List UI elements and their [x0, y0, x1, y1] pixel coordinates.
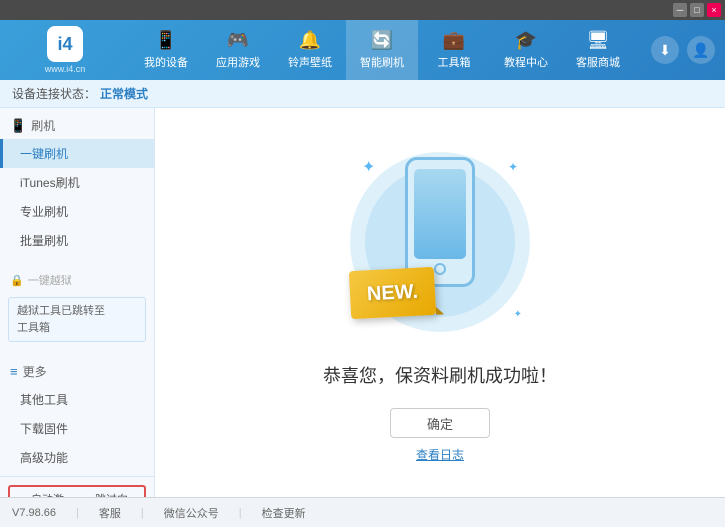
sidebar-item-one-key-flash[interactable]: 一键刷机 [0, 139, 154, 168]
confirm-button[interactable]: 确定 [390, 408, 490, 438]
sidebar-section-more: ≡ 更多 其他工具 下载固件 高级功能 [0, 354, 154, 476]
close-button[interactable]: × [707, 3, 721, 17]
sidebar-jailbreak-notice: 越狱工具已跳转至工具箱 [8, 297, 146, 342]
apps-games-icon: 🎮 [227, 30, 249, 51]
one-key-flash-label: 一键刷机 [20, 147, 68, 161]
auto-activate-label: 自动激活 [31, 491, 74, 497]
sidebar-section-more-header: ≡ 更多 [0, 358, 154, 385]
logo-area: i4 www.i4.cn [0, 26, 130, 74]
maximize-button[interactable]: □ [690, 3, 704, 17]
sidebar-section-flash-label: 刷机 [31, 117, 55, 134]
header: i4 www.i4.cn 📱 我的设备 🎮 应用游戏 🔔 铃声壁纸 🔄 智能刷机… [0, 20, 725, 80]
mode-value: 正常模式 [100, 85, 148, 102]
tab-service[interactable]: 🖥 客服商城 [562, 20, 634, 80]
disabled-jailbreak-label: 一键越狱 [28, 272, 72, 288]
tab-apps-games[interactable]: 🎮 应用游戏 [202, 20, 274, 80]
sidebar-bottom: 自动激活 跳过向导 📱 iPhone 15 Pro Max 512GB iPho… [0, 476, 154, 497]
tab-tutorial-label: 教程中心 [504, 54, 548, 70]
sparkle-icon-3: ✦ [514, 309, 522, 320]
logo-subtext: www.i4.cn [45, 64, 86, 74]
sparkle-icon-1: ✦ [362, 157, 375, 177]
content-area: NEW. ✦ ✦ ✦ 恭喜您，保资料刷机成功啦！ 确定 查看日志 [155, 108, 725, 497]
new-badge: NEW. [349, 267, 436, 319]
more-section-icon: ≡ [10, 364, 18, 379]
success-illustration: NEW. ✦ ✦ ✦ [340, 142, 540, 342]
download-button[interactable]: ⬇ [651, 36, 679, 64]
lock-icon: 🔒 [10, 274, 24, 287]
tutorial-icon: 🎓 [515, 30, 537, 51]
minimize-button[interactable]: ─ [673, 3, 687, 17]
tab-toolbox-label: 工具箱 [438, 54, 471, 70]
tab-ringtones[interactable]: 🔔 铃声壁纸 [274, 20, 346, 80]
tab-toolbox[interactable]: 💼 工具箱 [418, 20, 490, 80]
success-message: 恭喜您，保资料刷机成功啦！ [323, 362, 557, 388]
sparkle-icon-2: ✦ [508, 160, 518, 174]
auto-activate-item[interactable]: 自动激活 [16, 491, 74, 497]
smart-flash-icon: 🔄 [371, 30, 393, 51]
title-bar: ─ □ × [0, 0, 725, 20]
batch-flash-label: 批量刷机 [20, 234, 68, 248]
tab-my-device[interactable]: 📱 我的设备 [130, 20, 202, 80]
sidebar-item-batch-flash[interactable]: 批量刷机 [0, 226, 154, 255]
mode-prefix: 设备连接状态： [12, 85, 96, 102]
pro-flash-label: 专业刷机 [20, 205, 68, 219]
new-text: NEW. [366, 280, 418, 306]
customer-service-link[interactable]: 客服 [99, 505, 121, 521]
time-guide-label: 跳过向导 [95, 491, 138, 497]
itunes-flash-label: iTunes刷机 [20, 176, 80, 190]
sidebar-disabled-jailbreak: 🔒 一键越狱 [0, 267, 154, 293]
toolbox-icon: 💼 [443, 30, 465, 51]
main-layout: 📱 刷机 一键刷机 iTunes刷机 专业刷机 批量刷机 🔒 一键越狱 越狱工具… [0, 108, 725, 497]
phone-home-btn [434, 263, 446, 275]
service-icon: 🖥 [587, 30, 610, 51]
tab-smart-flash[interactable]: 🔄 智能刷机 [346, 20, 418, 80]
checkbox-row: 自动激活 跳过向导 [8, 485, 146, 497]
tab-service-label: 客服商城 [576, 54, 620, 70]
advanced-label: 高级功能 [20, 451, 68, 465]
ringtones-icon: 🔔 [299, 30, 321, 51]
download-firmware-label: 下载固件 [20, 422, 68, 436]
log-link[interactable]: 查看日志 [416, 446, 464, 463]
sidebar-item-download-firmware[interactable]: 下载固件 [0, 414, 154, 443]
version-label: V7.98.66 [12, 507, 56, 519]
time-guide-item[interactable]: 跳过向导 [80, 491, 138, 497]
sidebar-section-flash: 📱 刷机 一键刷机 iTunes刷机 专业刷机 批量刷机 [0, 108, 154, 259]
sidebar-item-pro-flash[interactable]: 专业刷机 [0, 197, 154, 226]
check-update-link[interactable]: 检查更新 [262, 505, 306, 521]
my-device-icon: 📱 [155, 30, 177, 51]
sidebar: 📱 刷机 一键刷机 iTunes刷机 专业刷机 批量刷机 🔒 一键越狱 越狱工具… [0, 108, 155, 497]
nav-tabs: 📱 我的设备 🎮 应用游戏 🔔 铃声壁纸 🔄 智能刷机 💼 工具箱 🎓 教程中心… [130, 20, 651, 80]
sidebar-item-advanced[interactable]: 高级功能 [0, 443, 154, 472]
header-right: ⬇ 👤 [651, 36, 725, 64]
phone-screen [414, 169, 466, 259]
sidebar-item-other-tools[interactable]: 其他工具 [0, 385, 154, 414]
jailbreak-notice-text: 越狱工具已跳转至工具箱 [17, 305, 105, 334]
tab-ringtones-label: 铃声壁纸 [288, 54, 332, 70]
sub-header: 设备连接状态： 正常模式 [0, 80, 725, 108]
wechat-link[interactable]: 微信公众号 [164, 505, 219, 521]
user-button[interactable]: 👤 [687, 36, 715, 64]
tab-apps-games-label: 应用游戏 [216, 54, 260, 70]
other-tools-label: 其他工具 [20, 393, 68, 407]
sidebar-section-flash-header: 📱 刷机 [0, 112, 154, 139]
tab-tutorial[interactable]: 🎓 教程中心 [490, 20, 562, 80]
logo-icon: i4 [47, 26, 83, 62]
tab-my-device-label: 我的设备 [144, 54, 188, 70]
badge-corner [436, 306, 444, 314]
sidebar-item-itunes-flash[interactable]: iTunes刷机 [0, 168, 154, 197]
tab-smart-flash-label: 智能刷机 [360, 54, 404, 70]
flash-section-icon: 📱 [10, 118, 26, 134]
status-bar: V7.98.66|客服|微信公众号|检查更新 [0, 497, 725, 527]
sidebar-section-more-label: 更多 [23, 363, 47, 380]
